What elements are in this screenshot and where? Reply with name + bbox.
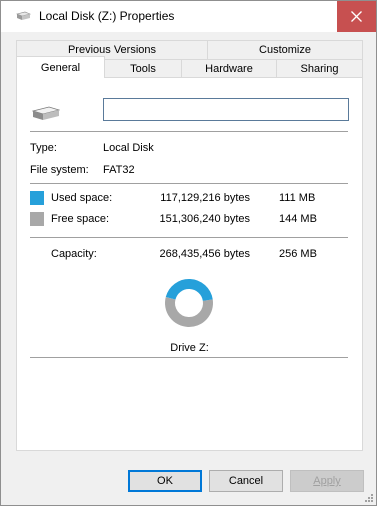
tab-sharing[interactable]: Sharing — [276, 59, 363, 78]
close-button[interactable] — [337, 1, 376, 32]
window-title: Local Disk (Z:) Properties — [39, 9, 175, 23]
separator — [30, 357, 348, 358]
free-space-size: 144 MB — [279, 213, 317, 225]
usage-donut-chart — [165, 279, 213, 327]
drive-icon — [32, 106, 60, 120]
apply-button[interactable]: Apply — [290, 470, 364, 492]
tab-hardware[interactable]: Hardware — [181, 59, 277, 78]
drive-label: Drive Z: — [170, 342, 209, 354]
free-space-slice — [165, 297, 213, 327]
separator — [30, 131, 348, 132]
volume-label-input[interactable] — [103, 98, 349, 121]
free-space-bytes: 151,306,240 bytes — [159, 213, 250, 225]
capacity-label: Capacity: — [51, 248, 97, 260]
apply-button-label: Apply — [313, 475, 341, 487]
properties-window: Local Disk (Z:) Properties Previous Vers… — [0, 0, 377, 506]
file-system-label: File system: — [30, 164, 89, 176]
used-space-label: Used space: — [51, 192, 113, 204]
close-icon — [351, 11, 362, 22]
capacity-bytes: 268,435,456 bytes — [159, 248, 250, 260]
used-space-swatch — [30, 191, 44, 205]
capacity-size: 256 MB — [279, 248, 317, 260]
separator — [30, 237, 348, 238]
free-space-swatch — [30, 212, 44, 226]
used-space-size: 111 MB — [279, 192, 316, 204]
tab-tools[interactable]: Tools — [104, 59, 182, 78]
file-system-value: FAT32 — [103, 164, 135, 176]
title-bar[interactable]: Local Disk (Z:) Properties — [1, 1, 376, 32]
used-space-bytes: 117,129,216 bytes — [160, 192, 250, 204]
tab-customize[interactable]: Customize — [207, 40, 363, 59]
ok-button[interactable]: OK — [128, 470, 202, 492]
tab-general[interactable]: General — [16, 56, 105, 78]
resize-grip-icon[interactable] — [363, 492, 373, 502]
free-space-label: Free space: — [51, 213, 110, 225]
cancel-button[interactable]: Cancel — [209, 470, 283, 492]
general-panel: Type: Local Disk File system: FAT32 Used… — [16, 77, 363, 451]
separator — [30, 183, 348, 184]
drive-icon — [16, 11, 31, 20]
type-value: Local Disk — [103, 142, 154, 154]
type-label: Type: — [30, 142, 57, 154]
used-space-slice — [165, 279, 213, 302]
